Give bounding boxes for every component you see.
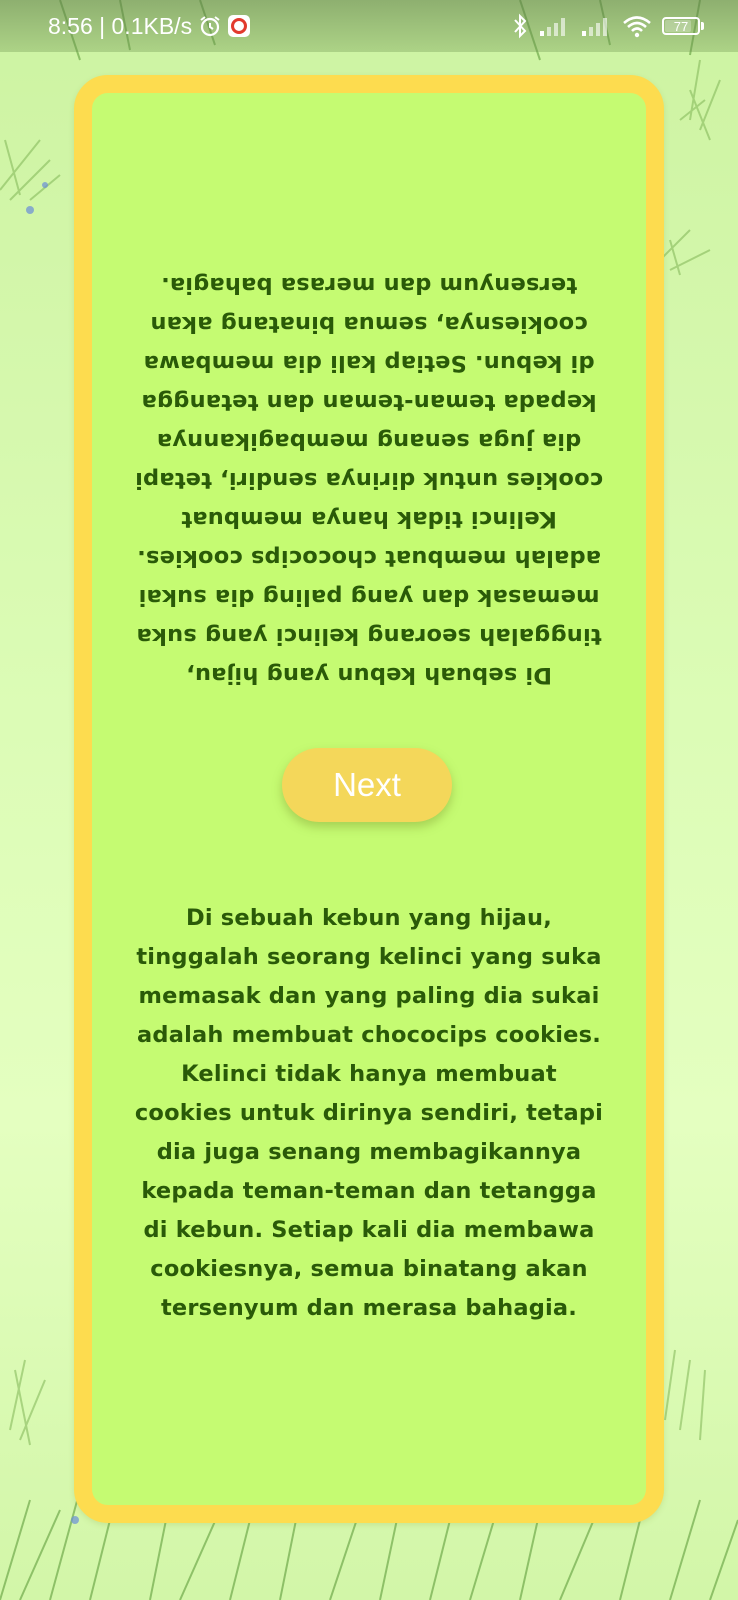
status-right: 77 bbox=[512, 13, 704, 39]
story-text-mirrored: Di sebuah kebun yang hijau, tinggalah se… bbox=[134, 272, 604, 688]
status-bar: 8:56 | 0.1KB/s 77 bbox=[0, 0, 738, 52]
story-card: Di sebuah kebun yang hijau, tinggalah se… bbox=[74, 75, 664, 1523]
battery-icon: 77 bbox=[662, 17, 704, 35]
next-button[interactable]: Next bbox=[282, 748, 452, 822]
bluetooth-icon bbox=[512, 13, 528, 39]
battery-level: 77 bbox=[673, 18, 689, 34]
screen-record-icon bbox=[228, 15, 251, 37]
alarm-icon bbox=[198, 14, 222, 38]
status-time-speed: 8:56 | 0.1KB/s bbox=[48, 12, 193, 39]
signal-icon bbox=[580, 15, 612, 37]
wifi-icon bbox=[622, 14, 652, 38]
story-text: Di sebuah kebun yang hijau, tinggalah se… bbox=[134, 905, 604, 1321]
status-left: 8:56 | 0.1KB/s bbox=[48, 12, 251, 40]
signal-icon bbox=[538, 15, 570, 37]
